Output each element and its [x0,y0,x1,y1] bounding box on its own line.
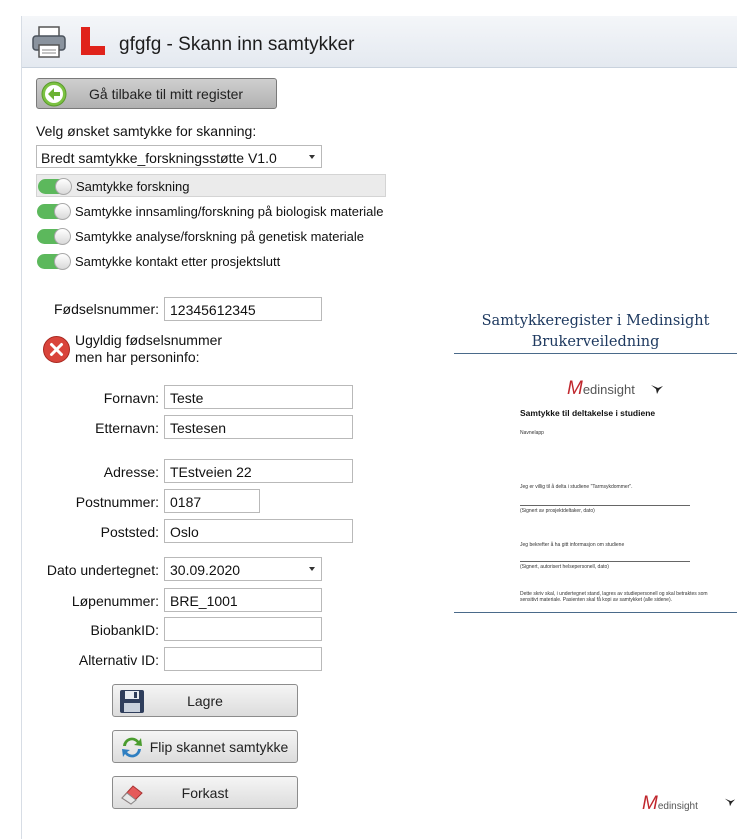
document-sign2: (Signert, autorisert helsepersonell, dat… [520,564,609,570]
postal-code-input[interactable]: 0187 [164,489,260,513]
toggle-knob [54,253,71,270]
biobank-id-input[interactable] [164,617,322,641]
logo-m: M [642,793,658,814]
consent-toggle-row[interactable]: Samtykke analyse/forskning på genetisk m… [36,225,386,248]
signature-line [520,561,690,562]
toggle-switch[interactable] [37,228,71,245]
logo-m: M [567,378,583,399]
flip-scanned-consent-button[interactable]: Flip skannet samtykke [112,730,298,763]
medinsight-logo: Medinsight [567,378,635,400]
document-sign1: (Signert av prosjektdeltaker, dato) [520,508,595,514]
postal-code-value: 0187 [170,494,202,510]
first-name-value: Teste [170,390,204,406]
last-name-value: Testesen [170,420,227,436]
document-name-tag: Navnelapp [520,430,544,436]
consent-toggle-row[interactable]: Samtykke forskning [36,174,386,197]
biobank-id-label: BiobankID: [90,622,159,638]
error-message-line2: men har personinfo: [75,349,200,365]
document-header-rule [454,353,737,354]
consent-toggle-row[interactable]: Samtykke innsamling/forskning på biologi… [36,200,386,223]
bird-icon [651,385,663,394]
back-button-label: Gå tilbake til mitt register [89,86,244,102]
discard-button-label: Forkast [181,785,229,801]
consent-type-value: Bredt samtykke_forskningsstøtte V1.0 [41,150,277,166]
last-name-input[interactable]: Testesen [164,415,353,439]
ssn-value: 12345612345 [170,302,256,318]
consent-toggle-row[interactable]: Samtykke kontakt etter prosjektslutt [36,250,386,273]
medinsight-footer-logo: Medinsight [642,793,698,815]
address-input[interactable]: TEstveien 22 [164,459,353,483]
toggle-switch[interactable] [38,178,72,195]
toggle-label: Samtykke forskning [76,179,190,194]
signature-line [520,505,690,506]
save-button[interactable]: Lagre [112,684,298,717]
city-value: Oslo [170,524,199,540]
app-logo-icon [81,27,105,55]
alternative-id-input[interactable] [164,647,322,671]
chevron-down-icon [309,155,315,159]
toggle-knob [54,203,71,220]
ssn-input[interactable]: 12345612345 [164,297,322,321]
window-left-border [21,16,22,839]
postal-code-label: Postnummer: [75,494,159,510]
consent-type-select[interactable]: Bredt samtykke_forskningsstøtte V1.0 [36,145,322,168]
window-title: gfgfg - Skann inn samtykker [119,34,355,55]
logo-rest: edinsight [582,382,635,397]
save-button-label: Lagre [187,693,223,709]
flip-button-label: Flip skannet samtykke [149,739,289,755]
document-footer-rule [454,612,737,613]
bird-icon [724,798,736,807]
first-name-input[interactable]: Teste [164,385,353,409]
toggle-knob [54,228,71,245]
address-label: Adresse: [103,464,159,480]
last-name-label: Etternavn: [95,420,159,436]
serial-number-value: BRE_1001 [170,593,238,609]
city-label: Poststed: [100,524,159,540]
toggle-label: Samtykke kontakt etter prosjektslutt [75,254,281,269]
error-message-line1: Ugyldig fødselsnummer [75,332,223,348]
document-study-line: Jeg er villig til å delta i studiene "Ta… [520,484,633,490]
alternative-id-label: Alternativ ID: [78,652,159,668]
printer-icon[interactable] [31,25,67,59]
first-name-label: Fornavn: [103,390,159,406]
chevron-down-icon [309,567,315,571]
document-footer2: sensitivt materiale. Pasienten skal få k… [520,597,673,603]
toggle-switch[interactable] [37,203,71,220]
back-to-register-button[interactable]: Gå tilbake til mitt register [36,78,277,109]
document-title-line2: Brukerveiledning [531,334,660,350]
toggle-knob [55,178,72,195]
document-title: Samtykkeregister i Medinsight Brukerveil… [454,311,737,353]
serial-number-input[interactable]: BRE_1001 [164,588,322,612]
document-title-line1: Samtykkeregister i Medinsight [481,313,710,329]
arrow-left-icon [41,81,67,107]
serial-number-label: Løpenummer: [71,593,159,609]
window-top-edge [0,0,737,16]
discard-button[interactable]: Forkast [112,776,298,809]
address-value: TEstveien 22 [170,464,252,480]
consent-select-prompt: Velg ønsket samtykke for skanning: [36,123,257,139]
city-input[interactable]: Oslo [164,519,353,543]
toggle-switch[interactable] [37,253,71,270]
toggle-label: Samtykke innsamling/forskning på biologi… [75,204,384,219]
date-signed-label: Dato undertegnet: [46,562,159,578]
date-signed-picker[interactable]: 30.09.2020 [164,557,322,581]
document-heading: Samtykke til deltakelse i studiene [520,408,656,418]
date-signed-value: 30.09.2020 [170,562,241,578]
document-info-line: Jeg bekrefter å ha gitt informasjon om s… [520,542,625,548]
toggle-label: Samtykke analyse/forskning på genetisk m… [75,229,365,244]
error-icon [43,336,70,363]
logo-rest: edinsight [657,801,698,812]
ssn-label: Fødselsnummer: [53,301,159,317]
